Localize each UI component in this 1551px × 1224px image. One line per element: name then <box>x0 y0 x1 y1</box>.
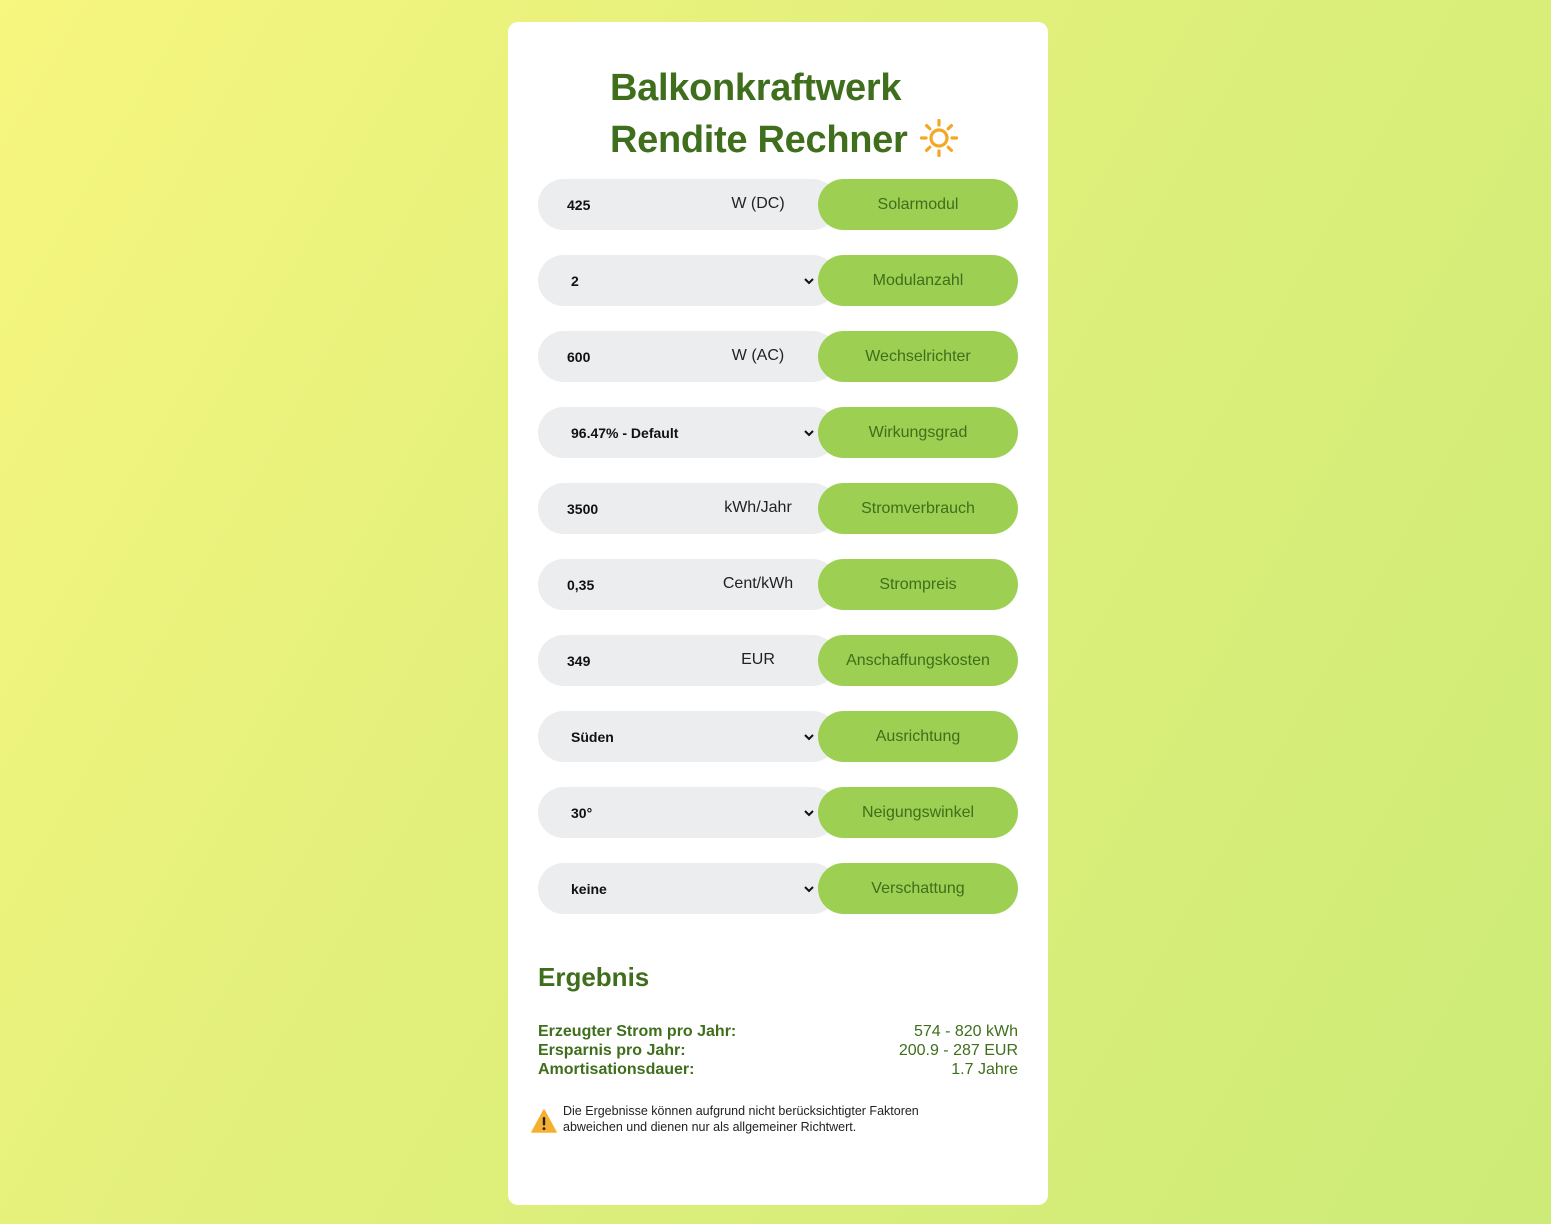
verschattung-select[interactable]: keine <box>538 863 838 914</box>
anschaffungskosten-value: 349 <box>567 653 591 669</box>
chevron-down-icon <box>804 810 814 817</box>
solarmodul-input[interactable]: 425 W (DC) <box>538 179 838 230</box>
wechselrichter-label: Wechselrichter <box>818 331 1018 382</box>
strompreis-label: Strompreis <box>818 559 1018 610</box>
chevron-down-icon <box>804 886 814 893</box>
page-title: Balkonkraftwerk Rendite Rechner <box>610 62 959 166</box>
solarmodul-value: 425 <box>567 197 591 213</box>
result-row-ersparnis: Ersparnis pro Jahr: 200.9 - 287 EUR <box>538 1041 1018 1060</box>
result-label: Amortisationsdauer: <box>538 1061 695 1078</box>
stromverbrauch-input[interactable]: 3500 kWh/Jahr <box>538 483 838 534</box>
ausrichtung-value: Süden <box>571 729 614 745</box>
title-line-2: Rendite Rechner <box>610 114 959 166</box>
chevron-down-icon <box>804 278 814 285</box>
row-wechselrichter: 600 W (AC) Wechselrichter <box>538 331 1018 382</box>
wechselrichter-input[interactable]: 600 W (AC) <box>538 331 838 382</box>
result-row-strom: Erzeugter Strom pro Jahr: 574 - 820 kWh <box>538 1022 1018 1041</box>
result-value: 200.9 - 287 EUR <box>898 1042 1018 1059</box>
row-neigungswinkel: 30° Neigungswinkel <box>538 787 1018 838</box>
row-modulanzahl: 2 Modulanzahl <box>538 255 1018 306</box>
strompreis-value: 0,35 <box>567 577 595 593</box>
result-label: Ersparnis pro Jahr: <box>538 1042 686 1059</box>
anschaffungskosten-unit: EUR <box>741 651 775 668</box>
row-anschaffungskosten: 349 EUR Anschaffungskosten <box>538 635 1018 686</box>
result-value: 574 - 820 kWh <box>913 1023 1018 1040</box>
verschattung-label: Verschattung <box>818 863 1018 914</box>
stromverbrauch-unit: kWh/Jahr <box>724 499 792 516</box>
wechselrichter-value: 600 <box>567 349 591 365</box>
row-verschattung: keine Verschattung <box>538 863 1018 914</box>
disclaimer-text: Die Ergebnisse können aufgrund nicht ber… <box>563 1103 963 1135</box>
disclaimer-line-1: Die Ergebnisse können aufgrund nicht ber… <box>563 1104 919 1118</box>
verschattung-value: keine <box>571 881 607 897</box>
wirkungsgrad-select[interactable]: 96.47% - Default <box>538 407 838 458</box>
wirkungsgrad-value: 96.47% - Default <box>571 425 679 441</box>
anschaffungskosten-label: Anschaffungskosten <box>818 635 1018 686</box>
stromverbrauch-label: Stromverbrauch <box>818 483 1018 534</box>
strompreis-input[interactable]: 0,35 Cent/kWh <box>538 559 838 610</box>
sun-icon <box>920 118 959 158</box>
neigungswinkel-select[interactable]: 30° <box>538 787 838 838</box>
solarmodul-unit: W (DC) <box>731 195 785 212</box>
neigungswinkel-value: 30° <box>571 805 593 821</box>
row-strompreis: 0,35 Cent/kWh Strompreis <box>538 559 1018 610</box>
result-value: 1.7 Jahre <box>951 1061 1018 1078</box>
wechselrichter-unit: W (AC) <box>731 347 785 364</box>
row-solarmodul: 425 W (DC) Solarmodul <box>538 179 1018 230</box>
row-stromverbrauch: 3500 kWh/Jahr Stromverbrauch <box>538 483 1018 534</box>
neigungswinkel-label: Neigungswinkel <box>818 787 1018 838</box>
ausrichtung-select[interactable]: Süden <box>538 711 838 762</box>
modulanzahl-value: 2 <box>571 273 579 289</box>
stromverbrauch-value: 3500 <box>567 501 599 517</box>
chevron-down-icon <box>804 430 814 437</box>
calculator-card: Balkonkraftwerk Rendite Rechner 425 W (D… <box>508 22 1048 1205</box>
chevron-down-icon <box>804 734 814 741</box>
result-title: Ergebnis <box>538 962 650 992</box>
result-row-amortisation: Amortisationsdauer: 1.7 Jahre <box>538 1060 1018 1079</box>
wirkungsgrad-label: Wirkungsgrad <box>818 407 1018 458</box>
title-line-2-text: Rendite Rechner <box>610 119 908 161</box>
anschaffungskosten-input[interactable]: 349 EUR <box>538 635 838 686</box>
result-list: Erzeugter Strom pro Jahr: 574 - 820 kWh … <box>538 1022 1018 1079</box>
solarmodul-label: Solarmodul <box>818 179 1018 230</box>
row-wirkungsgrad: 96.47% - Default Wirkungsgrad <box>538 407 1018 458</box>
title-line-1: Balkonkraftwerk <box>610 67 902 109</box>
warning-icon <box>531 1109 557 1133</box>
disclaimer-line-2: abweichen und dienen nur als allgemeiner… <box>563 1120 857 1134</box>
modulanzahl-select[interactable]: 2 <box>538 255 838 306</box>
modulanzahl-label: Modulanzahl <box>818 255 1018 306</box>
result-label: Erzeugter Strom pro Jahr: <box>538 1023 737 1040</box>
ausrichtung-label: Ausrichtung <box>818 711 1018 762</box>
row-ausrichtung: Süden Ausrichtung <box>538 711 1018 762</box>
strompreis-unit: Cent/kWh <box>722 575 794 592</box>
